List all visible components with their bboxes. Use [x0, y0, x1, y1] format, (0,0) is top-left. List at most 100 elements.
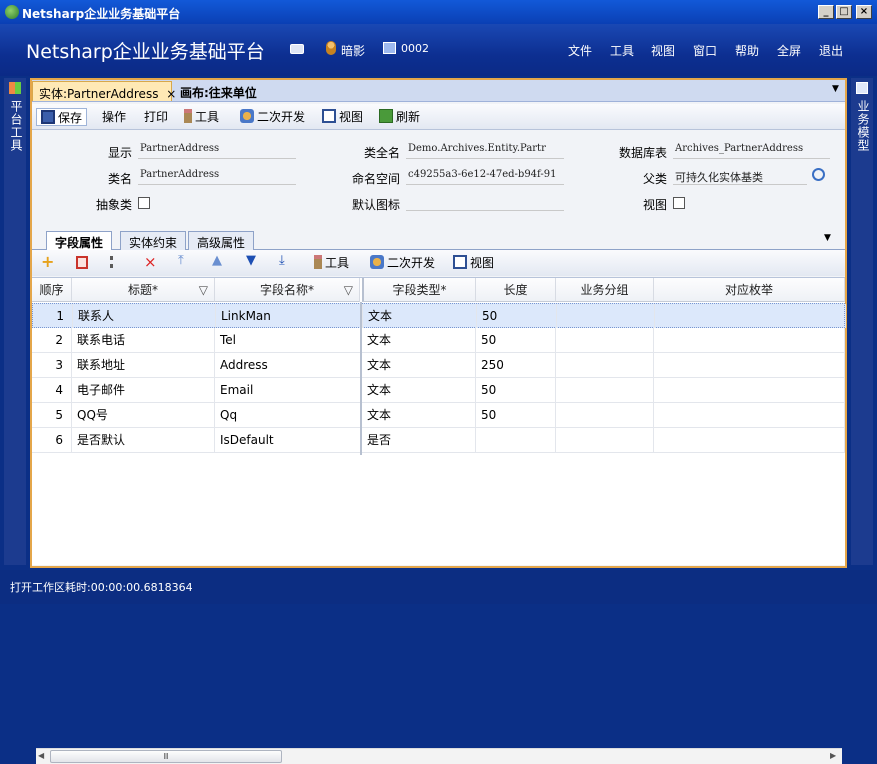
menu-exit[interactable]: 退出 — [819, 42, 843, 59]
refresh-button[interactable]: 刷新 — [379, 108, 420, 126]
table-row[interactable]: 6 是否默认 IsDefault 是否 — [32, 428, 845, 453]
cell-order[interactable]: 5 — [32, 403, 72, 427]
cell-business-group[interactable] — [556, 328, 654, 352]
view-button[interactable]: 视图 — [322, 108, 363, 126]
cell-title[interactable]: QQ号 — [72, 403, 215, 427]
cell-business-group[interactable] — [556, 353, 654, 377]
right-sidebar[interactable]: 业务模型 — [851, 78, 873, 565]
scroll-left-icon[interactable]: ◀ — [38, 751, 44, 760]
cell-title[interactable]: 联系电话 — [72, 328, 215, 352]
cell-title[interactable]: 联系地址 — [72, 353, 215, 377]
cell-field-type[interactable]: 文本 — [362, 328, 476, 352]
cell-enum[interactable] — [654, 403, 845, 427]
cell-length[interactable]: 50 — [476, 328, 556, 352]
table-row[interactable]: 2 联系电话 Tel 文本 50 — [32, 328, 845, 353]
default-icon-field[interactable] — [406, 195, 564, 211]
cell-length[interactable]: 50 — [476, 403, 556, 427]
cell-length[interactable]: 250 — [476, 353, 556, 377]
cell-enum[interactable] — [654, 428, 845, 452]
save-button[interactable]: 保存 — [36, 108, 88, 126]
left-sidebar[interactable]: 平台工具 — [4, 78, 26, 565]
parent-field[interactable]: 可持久化实体基类 — [673, 169, 807, 185]
cell-business-group[interactable] — [556, 403, 654, 427]
col-business-group[interactable]: 业务分组 — [556, 278, 654, 302]
cell-title[interactable]: 是否默认 — [72, 428, 215, 452]
fullname-field[interactable]: Demo.Archives.Entity.Partr — [406, 143, 564, 159]
cell-enum[interactable] — [655, 304, 846, 328]
filter-icon[interactable]: ▽ — [199, 278, 208, 302]
menu-file[interactable]: 文件 — [568, 42, 592, 59]
scroll-thumb[interactable]: Ⅲ — [50, 750, 282, 763]
minimize-button[interactable]: _ — [818, 5, 834, 19]
col-field-type[interactable]: 字段类型* — [362, 278, 476, 302]
col-length[interactable]: 长度 — [476, 278, 556, 302]
menu-fullscreen[interactable]: 全屏 — [777, 42, 801, 59]
current-org[interactable]: 0002 — [401, 42, 429, 55]
table-row[interactable]: 3 联系地址 Address 文本 250 — [32, 353, 845, 378]
table-row[interactable]: 1 联系人 LinkMan 文本 50 — [32, 303, 846, 328]
cell-business-group[interactable] — [557, 304, 655, 328]
copy-icon[interactable] — [76, 256, 88, 269]
tab-canvas[interactable]: 画布:往来单位 — [174, 81, 263, 101]
cell-field-name[interactable]: Qq — [215, 403, 362, 427]
close-button[interactable]: × — [856, 5, 872, 19]
tools-button[interactable]: 工具 — [184, 108, 219, 126]
cell-field-name[interactable]: LinkMan — [216, 304, 363, 328]
table-row[interactable]: 4 电子邮件 Email 文本 50 — [32, 378, 845, 403]
insert-icon[interactable] — [110, 256, 126, 268]
cell-order[interactable]: 3 — [32, 353, 72, 377]
cell-field-type[interactable]: 文本 — [362, 403, 476, 427]
col-field-name[interactable]: 字段名称* ▽ — [215, 278, 360, 302]
horizontal-scrollbar[interactable]: ◀ Ⅲ ▶ — [36, 748, 842, 764]
cell-field-name[interactable]: IsDefault — [215, 428, 362, 452]
col-title[interactable]: 标题* ▽ — [72, 278, 215, 302]
move-top-icon[interactable]: ⤒ — [178, 253, 184, 268]
operate-button[interactable]: 操作 — [102, 108, 126, 126]
menu-window[interactable]: 窗口 — [693, 42, 717, 59]
move-up-icon[interactable]: ▲ — [212, 253, 222, 268]
cell-length[interactable] — [476, 428, 556, 452]
menu-help[interactable]: 帮助 — [735, 42, 759, 59]
cell-enum[interactable] — [654, 328, 845, 352]
maximize-button[interactable]: □ — [836, 5, 852, 19]
cell-field-name[interactable]: Address — [215, 353, 362, 377]
subtabs-dropdown-icon[interactable]: ▼ — [824, 233, 831, 243]
tab-advanced-props[interactable]: 高级属性 — [188, 231, 255, 250]
cell-business-group[interactable] — [556, 428, 654, 452]
tab-entity-constraints[interactable]: 实体约束 — [120, 231, 187, 250]
add-icon[interactable]: + — [41, 254, 55, 270]
col-enum[interactable]: 对应枚举 — [654, 278, 845, 302]
abstract-checkbox[interactable] — [138, 197, 150, 209]
cell-enum[interactable] — [654, 378, 845, 402]
cell-field-type[interactable]: 是否 — [362, 428, 476, 452]
cell-length[interactable]: 50 — [477, 304, 557, 328]
cell-title[interactable]: 联系人 — [73, 304, 216, 328]
cell-field-name[interactable]: Email — [215, 378, 362, 402]
tab-field-props[interactable]: 字段属性 — [46, 231, 113, 250]
move-bottom-icon[interactable]: ⤓ — [279, 253, 285, 268]
grid-view-button[interactable]: 视图 — [453, 254, 494, 272]
classname-field[interactable]: PartnerAddress — [138, 169, 296, 185]
cell-field-type[interactable]: 文本 — [362, 353, 476, 377]
dbtable-field[interactable]: Archives_PartnerAddress — [673, 143, 830, 159]
camera-icon[interactable] — [290, 44, 304, 54]
cell-business-group[interactable] — [556, 378, 654, 402]
print-button[interactable]: 打印 — [144, 108, 168, 126]
cell-order[interactable]: 4 — [32, 378, 72, 402]
filter-icon[interactable]: ▽ — [344, 278, 353, 302]
delete-icon[interactable]: × — [144, 253, 157, 271]
scroll-right-icon[interactable]: ▶ — [830, 751, 836, 760]
menu-view[interactable]: 视图 — [651, 42, 675, 59]
cell-field-type[interactable]: 文本 — [363, 304, 477, 328]
current-user[interactable]: 暗影 — [341, 42, 365, 59]
cell-length[interactable]: 50 — [476, 378, 556, 402]
tabs-dropdown-icon[interactable]: ▼ — [832, 84, 839, 94]
namespace-field[interactable]: c49255a3-6e12-47ed-b94f-91 — [406, 169, 564, 185]
grid-tools-button[interactable]: 工具 — [314, 254, 349, 272]
col-order[interactable]: 顺序 — [32, 278, 72, 302]
table-row[interactable]: 5 QQ号 Qq 文本 50 — [32, 403, 845, 428]
right-sidebar-label[interactable]: 业务模型 — [855, 100, 872, 152]
view-checkbox[interactable] — [673, 197, 685, 209]
menu-tools[interactable]: 工具 — [610, 42, 634, 59]
cell-field-name[interactable]: Tel — [215, 328, 362, 352]
